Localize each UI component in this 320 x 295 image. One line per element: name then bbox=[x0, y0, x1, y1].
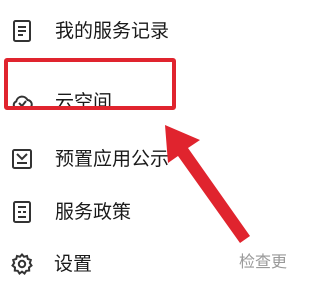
menu-item-label: 服务政策 bbox=[55, 201, 132, 223]
menu-item-label: 设置 bbox=[54, 253, 93, 275]
document-list-icon bbox=[10, 19, 34, 43]
menu-item-service-policy[interactable]: 服务政策 bbox=[0, 180, 289, 240]
gear-icon bbox=[10, 252, 34, 276]
menu-item-label: 预置应用公示 bbox=[55, 148, 170, 170]
menu-item-service-records[interactable]: 我的服务记录 bbox=[0, 0, 289, 60]
tray-icon bbox=[10, 147, 34, 171]
menu-item-preinstalled-apps[interactable]: 预置应用公示 bbox=[0, 120, 289, 180]
menu-item-label: 我的服务记录 bbox=[55, 20, 170, 42]
menu-list: 我的服务记录 云空间 预置应用公示 服务政策 设置 检查更 bbox=[0, 0, 289, 275]
check-update-hint[interactable]: 检查更 bbox=[239, 252, 287, 272]
highlight-box bbox=[4, 58, 176, 110]
policy-document-icon bbox=[10, 200, 34, 224]
